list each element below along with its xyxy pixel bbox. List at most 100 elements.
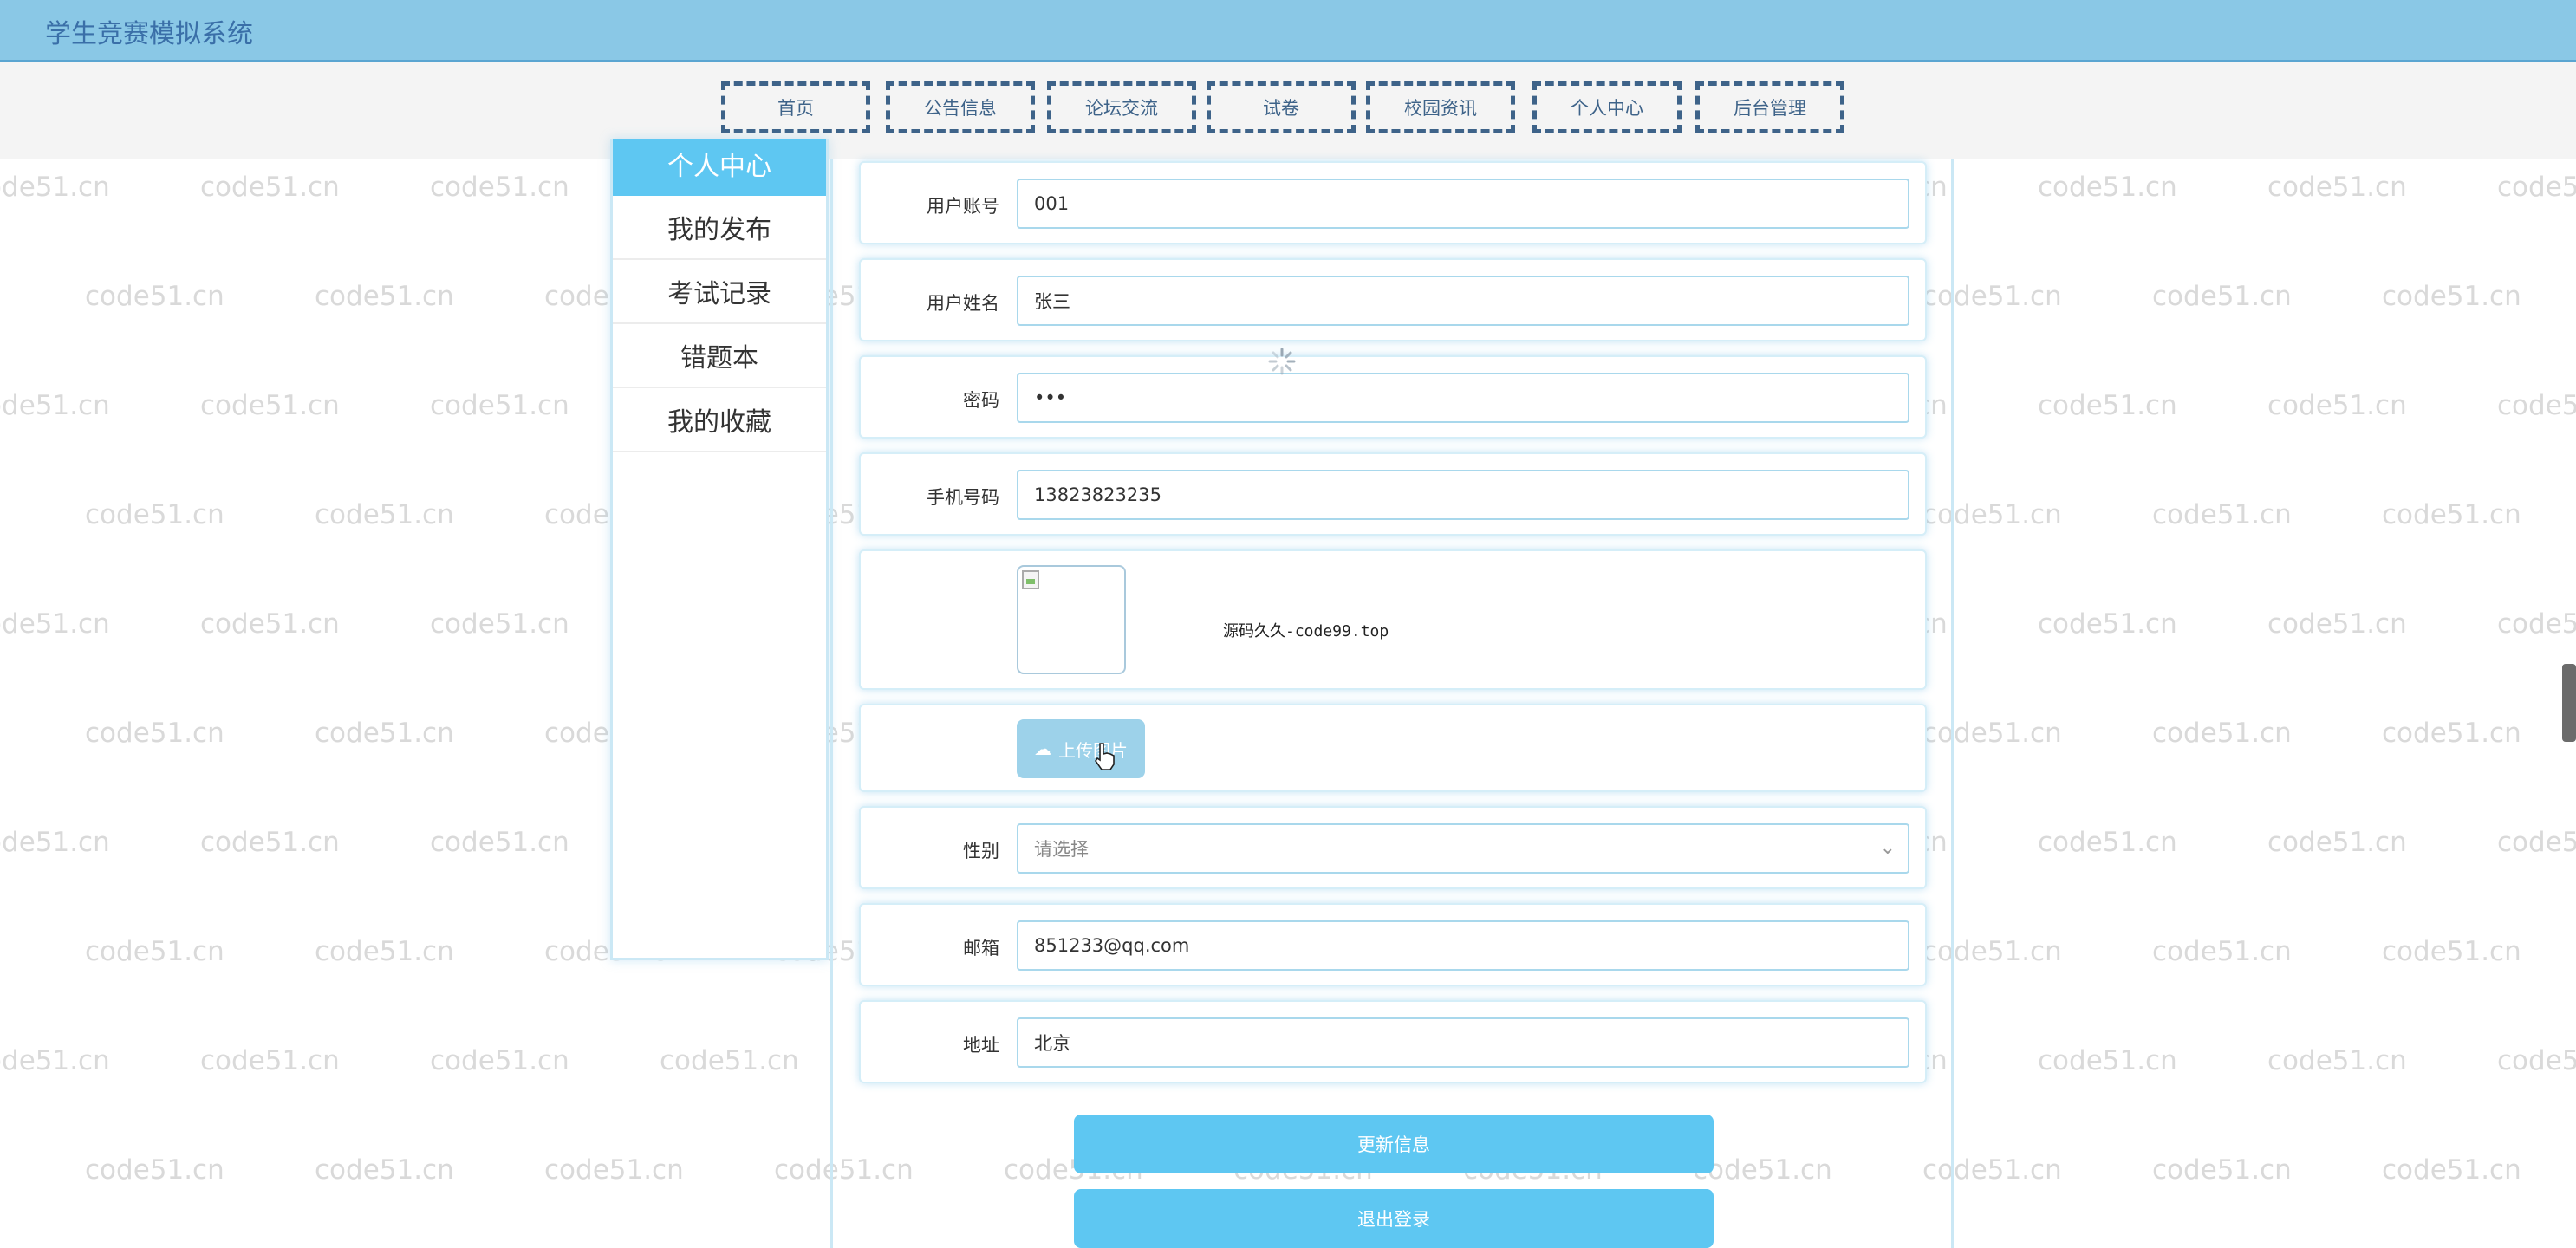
update-info-button[interactable]: 更新信息 (1074, 1115, 1714, 1173)
logout-button[interactable]: 退出登录 (1074, 1189, 1714, 1248)
watermark-text: code51.cn (544, 1154, 684, 1186)
profile-form: 用户账号 001 用户姓名 张三 密码 ••• 手机号码 13823823235… (830, 159, 1954, 1248)
form-row-avatar: 源码久久-code99.top (859, 549, 1927, 690)
hand-pointer-icon (1095, 743, 1115, 770)
watermark-text: code51.cn (2382, 936, 2521, 967)
watermark-text: code51.cn (430, 172, 569, 203)
watermark-text: code51.cn (2267, 172, 2407, 203)
avatar-image (1017, 565, 1126, 674)
name-label: 用户姓名 (927, 293, 999, 314)
sidebar-item-exam-records[interactable]: 考试记录 (613, 260, 826, 324)
account-input[interactable]: 001 (1017, 179, 1909, 229)
watermark-text: code51.cn (85, 936, 224, 967)
form-row-upload: ☁ 上传图片 (859, 704, 1927, 792)
upload-image-button[interactable]: ☁ 上传图片 (1017, 719, 1145, 778)
page-scrollbar[interactable] (2562, 0, 2576, 1248)
watermark-text: code51.cn (2152, 936, 2292, 967)
watermark-text: code51.cn (315, 499, 454, 530)
watermark-text: code51.cn (0, 827, 110, 858)
nav-item-forum[interactable]: 论坛交流 (1047, 81, 1196, 133)
watermark-text: code51.cn (2382, 281, 2521, 312)
watermark-text: code51.cn (0, 1045, 110, 1076)
email-label: 邮箱 (963, 938, 999, 959)
watermark-text: code51.cn (0, 608, 110, 640)
nav-item-exam-papers[interactable]: 试卷 (1207, 81, 1356, 133)
sidebar-item-wrong-questions[interactable]: 错题本 (613, 324, 826, 388)
watermark-text: code51.cn (200, 172, 340, 203)
watermark-text: code51.cn (200, 390, 340, 421)
form-row-address: 地址 北京 (859, 1000, 1927, 1083)
broken-image-icon (1022, 570, 1039, 589)
watermark-text: code51.cn (2038, 608, 2177, 640)
watermark-text: code51.cn (430, 608, 569, 640)
gender-placeholder: 请选择 (1034, 839, 1089, 860)
watermark-text: code51.cn (430, 827, 569, 858)
watermark-text: code51.cn (2038, 390, 2177, 421)
avatar-caption: 源码久久-code99.top (1223, 622, 1389, 640)
account-label: 用户账号 (927, 196, 999, 217)
gender-label: 性别 (963, 841, 999, 861)
watermark-text: code51.cn (430, 390, 569, 421)
email-input[interactable]: 851233@qq.com (1017, 920, 1909, 971)
nav-item-admin[interactable]: 后台管理 (1695, 81, 1844, 133)
watermark-text: code51.cn (85, 718, 224, 749)
chevron-down-icon: ⌄ (1879, 837, 1896, 859)
form-row-gender: 性别 请选择 ⌄ (859, 806, 1927, 889)
watermark-text: code51.cn (0, 172, 110, 203)
phone-label: 手机号码 (927, 487, 999, 508)
sidebar-item-my-posts[interactable]: 我的发布 (613, 196, 826, 260)
watermark-text: code51.cn (85, 281, 224, 312)
form-row-password: 密码 ••• (859, 355, 1927, 439)
watermark-text: code51.cn (2382, 1154, 2521, 1186)
loading-spinner-icon (1268, 348, 1296, 375)
watermark-text: code51.cn (315, 281, 454, 312)
address-label: 地址 (963, 1035, 999, 1056)
form-row-name: 用户姓名 张三 (859, 258, 1927, 341)
form-row-phone: 手机号码 13823823235 (859, 452, 1927, 536)
app-title: 学生竞赛模拟系统 (45, 19, 253, 49)
main-nav: 首页 公告信息 论坛交流 试卷 校园资讯 个人中心 后台管理 (0, 62, 2576, 159)
watermark-text: code51.cn (2152, 281, 2292, 312)
watermark-text: code51.cn (660, 1045, 799, 1076)
watermark-text: code51.cn (315, 718, 454, 749)
watermark-text: code51.cn (85, 499, 224, 530)
sidebar-header-label: 个人中心 (667, 152, 771, 182)
watermark-text: code51.cn (2038, 827, 2177, 858)
watermark-text: code51.cn (430, 1045, 569, 1076)
watermark-text: code51.cn (200, 608, 340, 640)
watermark-text: code51.cn (2267, 1045, 2407, 1076)
top-bar: 学生竞赛模拟系统 (0, 0, 2576, 62)
watermark-text: code51.cn (2038, 172, 2177, 203)
phone-input[interactable]: 13823823235 (1017, 470, 1909, 520)
nav-item-campus-news[interactable]: 校园资讯 (1366, 81, 1515, 133)
nav-item-home[interactable]: 首页 (721, 81, 870, 133)
sidebar-item-favorites[interactable]: 我的收藏 (613, 388, 826, 452)
form-row-email: 邮箱 851233@qq.com (859, 903, 1927, 986)
watermark-text: code51.cn (0, 390, 110, 421)
watermark-text: code51.cn (315, 936, 454, 967)
watermark-text: code51.cn (200, 1045, 340, 1076)
password-input[interactable]: ••• (1017, 373, 1909, 423)
name-input[interactable]: 张三 (1017, 276, 1909, 326)
watermark-text: code51.cn (2267, 608, 2407, 640)
watermark-text: code51.cn (2267, 390, 2407, 421)
nav-item-announcements[interactable]: 公告信息 (886, 81, 1035, 133)
watermark-text: code51.cn (85, 1154, 224, 1186)
nav-item-personal-center[interactable]: 个人中心 (1532, 81, 1682, 133)
sidebar-header: 个人中心 (613, 139, 826, 196)
watermark-text: code51.cn (2152, 718, 2292, 749)
page-scrollbar-thumb[interactable] (2562, 664, 2576, 742)
address-input[interactable]: 北京 (1017, 1017, 1909, 1068)
watermark-text: code51.cn (200, 827, 340, 858)
watermark-text: code51.cn (2382, 499, 2521, 530)
watermark-text: code51.cn (2038, 1045, 2177, 1076)
form-row-account: 用户账号 001 (859, 161, 1927, 244)
watermark-text: code51.cn (2152, 1154, 2292, 1186)
watermark-text: code51.cn (315, 1154, 454, 1186)
cloud-upload-icon: ☁ (1034, 738, 1051, 759)
watermark-text: code51.cn (2152, 499, 2292, 530)
sidebar: 个人中心 我的发布 考试记录 错题本 我的收藏 (610, 139, 829, 960)
watermark-text: code51.cn (2382, 718, 2521, 749)
watermark-text: code51.cn (2267, 827, 2407, 858)
gender-select[interactable]: 请选择 ⌄ (1017, 823, 1909, 874)
